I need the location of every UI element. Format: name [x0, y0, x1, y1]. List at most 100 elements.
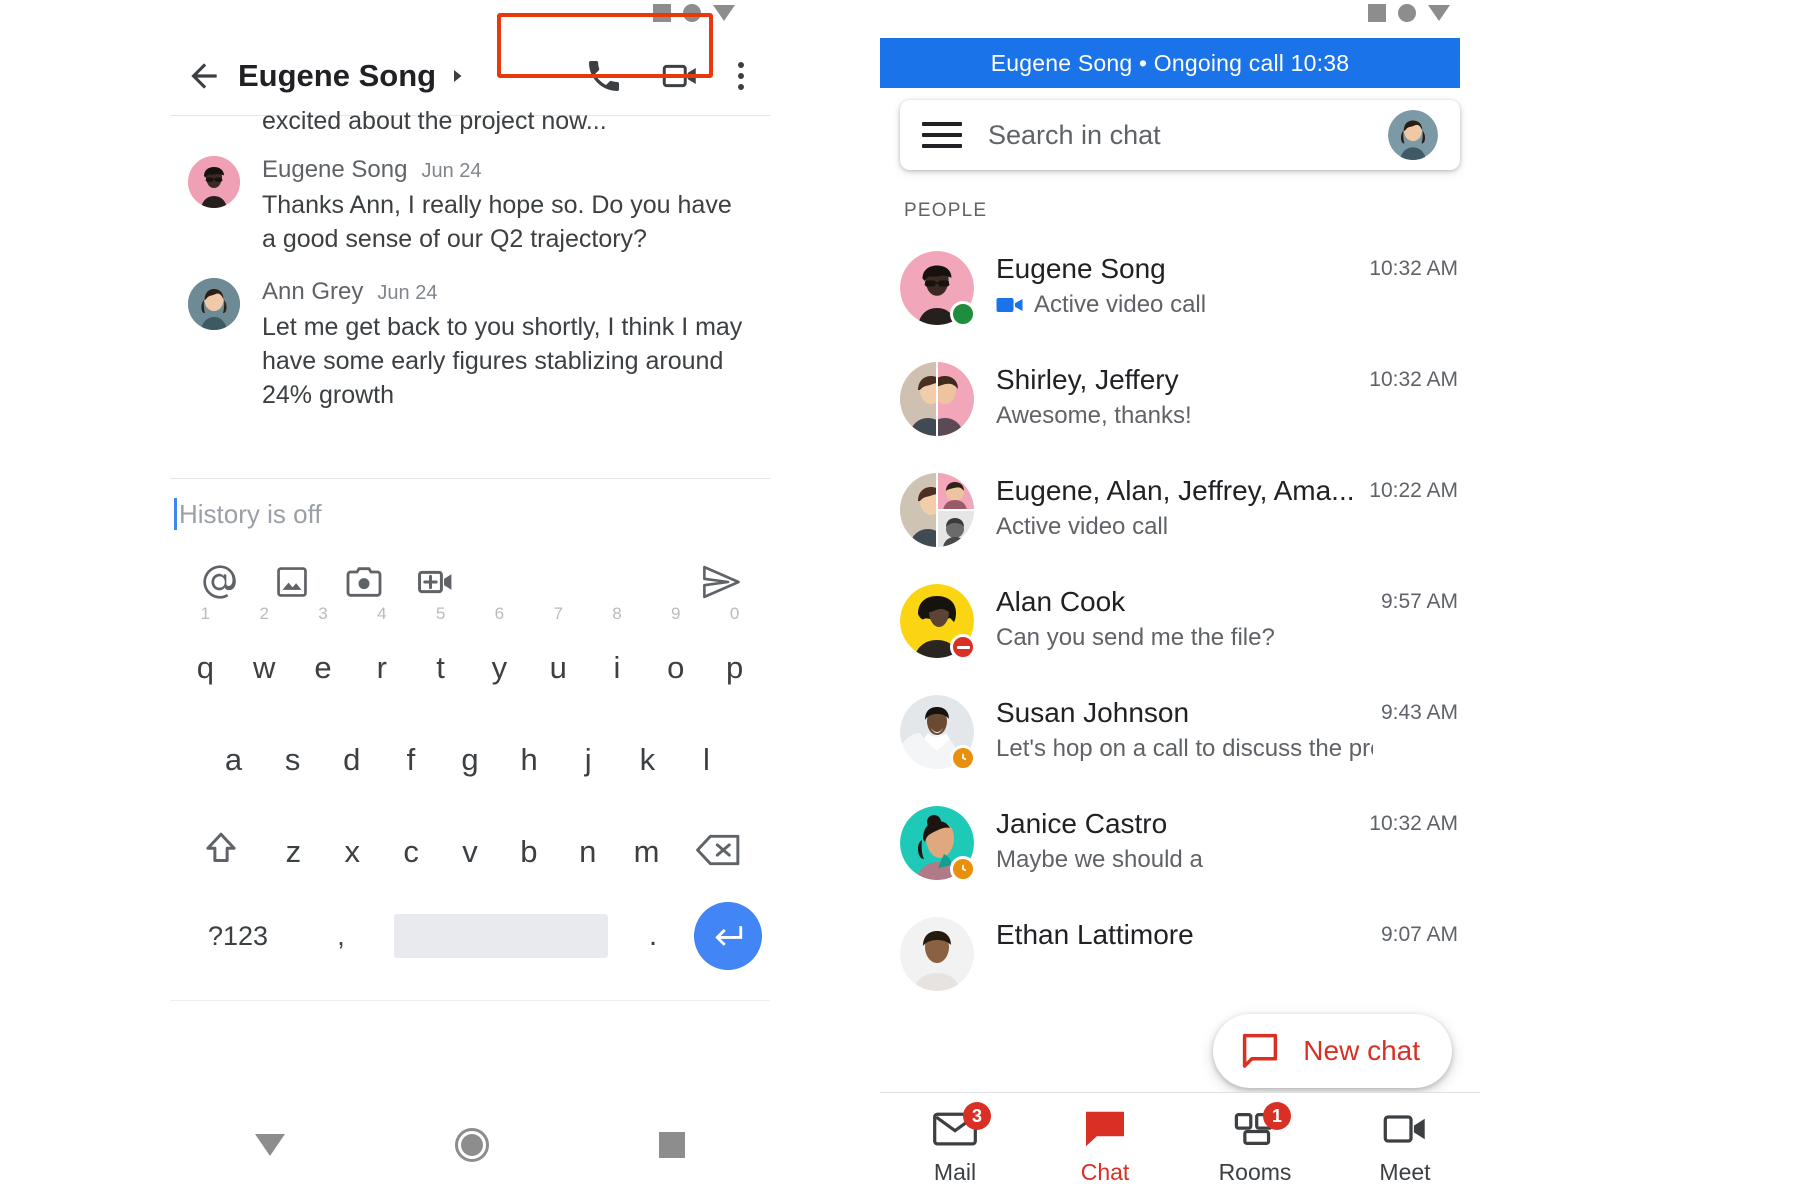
key-g[interactable]: g: [440, 716, 499, 800]
overflow-menu-button[interactable]: [718, 48, 764, 104]
hamburger-menu-icon[interactable]: [922, 122, 962, 148]
left-status-bar: [653, 4, 735, 22]
avatar-wrapper: [900, 695, 976, 771]
status-badge-away: [950, 745, 976, 771]
image-icon: [277, 567, 307, 597]
key-i[interactable]: 8i: [588, 604, 647, 708]
list-item[interactable]: Ethan Lattimore 9:07 AM: [880, 901, 1480, 1012]
tab-chat[interactable]: Chat: [1030, 1107, 1180, 1186]
key-num: 4: [377, 604, 387, 623]
key-num: 8: [612, 604, 622, 623]
timestamp: 9:43 AM: [1380, 701, 1458, 724]
message-row[interactable]: Ann Grey Jun 24 Let me get back to you s…: [170, 256, 770, 412]
key-label: l: [702, 742, 710, 777]
key-j[interactable]: j: [559, 716, 618, 800]
search-bar[interactable]: Search in chat: [900, 100, 1460, 170]
list-item[interactable]: Eugene Song Active video call 10:32 AM: [880, 235, 1480, 346]
key-label: s: [284, 742, 301, 777]
back-triangle-icon[interactable]: [255, 1134, 285, 1156]
key-num: 7: [553, 604, 563, 623]
back-button[interactable]: [176, 48, 232, 104]
key-n[interactable]: n: [558, 808, 617, 892]
tab-label: Mail: [933, 1159, 977, 1185]
add-video-button[interactable]: [400, 554, 472, 610]
period-key[interactable]: .: [618, 919, 688, 953]
key-u[interactable]: 7u: [529, 604, 588, 708]
key-x[interactable]: x: [323, 808, 382, 892]
status-badge-away: [950, 856, 976, 882]
tab-rooms[interactable]: 1 Rooms: [1180, 1102, 1330, 1186]
contact-name: Shirley, Jeffery: [996, 364, 1179, 395]
avatar-group: [900, 362, 974, 436]
key-l[interactable]: l: [677, 716, 736, 800]
call-button[interactable]: [566, 48, 642, 104]
preview-text: Can you send me the file?: [996, 624, 1275, 651]
list-item-main: Ethan Lattimore: [996, 917, 1373, 957]
key-d[interactable]: d: [322, 716, 381, 800]
key-z[interactable]: z: [264, 808, 323, 892]
key-h[interactable]: h: [500, 716, 559, 800]
circle-icon: [1398, 4, 1416, 22]
shift-key[interactable]: [178, 808, 264, 892]
key-s[interactable]: s: [263, 716, 322, 800]
compose-input[interactable]: History is off: [170, 478, 770, 550]
new-chat-label: New chat: [1303, 1035, 1420, 1066]
message-row[interactable]: Eugene Song Jun 24 Thanks Ann, I really …: [170, 134, 770, 256]
backspace-key[interactable]: [676, 808, 762, 892]
video-call-button[interactable]: [642, 48, 718, 104]
triangle-down-icon: [1428, 5, 1450, 21]
key-label: q: [196, 650, 215, 685]
list-item[interactable]: Janice Castro Maybe we should a 10:32 AM: [880, 790, 1480, 901]
space-key[interactable]: [394, 914, 608, 958]
key-b[interactable]: b: [499, 808, 558, 892]
key-num: 3: [318, 604, 328, 623]
key-t[interactable]: 5t: [411, 604, 470, 708]
key-q[interactable]: 1q: [176, 604, 235, 708]
key-e[interactable]: 3e: [294, 604, 353, 708]
key-m[interactable]: m: [617, 808, 676, 892]
new-chat-button[interactable]: New chat: [1213, 1014, 1452, 1088]
key-k[interactable]: k: [618, 716, 677, 800]
key-label: o: [667, 650, 685, 685]
enter-key[interactable]: [694, 902, 762, 970]
symbols-key[interactable]: ?123: [178, 921, 298, 952]
on-screen-keyboard[interactable]: 1q 2w 3e 4r 5t 6y 7u 8i 9o 0p a s d f g …: [170, 604, 770, 1118]
ongoing-call-banner[interactable]: Eugene Song • Ongoing call 10:38: [880, 38, 1460, 88]
list-item[interactable]: Susan Johnson Let's hop on a call to dis…: [880, 679, 1480, 790]
search-input[interactable]: Search in chat: [988, 120, 1161, 151]
key-v[interactable]: v: [441, 808, 500, 892]
key-label: x: [344, 834, 361, 869]
send-button[interactable]: [686, 554, 756, 610]
recents-square-icon[interactable]: [659, 1132, 685, 1158]
key-c[interactable]: c: [382, 808, 441, 892]
camera-button[interactable]: [328, 554, 400, 610]
list-item[interactable]: Eugene, Alan, Jeffrey, Ama... Active vid…: [880, 457, 1480, 568]
key-w[interactable]: 2w: [235, 604, 294, 708]
chat-bubble-icon: [1243, 1033, 1278, 1068]
key-p[interactable]: 0p: [705, 604, 764, 708]
mention-button[interactable]: [184, 554, 256, 610]
caret-right-icon[interactable]: [448, 67, 466, 85]
comma-key[interactable]: ,: [298, 921, 384, 952]
keyboard-row-2: a s d f g h j k l: [170, 708, 770, 800]
account-avatar[interactable]: [1388, 110, 1438, 160]
tab-mail[interactable]: 3 Mail: [880, 1102, 1030, 1186]
key-label: t: [436, 650, 445, 685]
home-circle-icon[interactable]: [455, 1128, 489, 1162]
meet-icon: [1382, 1107, 1428, 1151]
tab-meet[interactable]: Meet: [1330, 1107, 1480, 1186]
timestamp: 9:07 AM: [1380, 923, 1458, 946]
key-label: d: [343, 742, 361, 777]
key-o[interactable]: 9o: [646, 604, 705, 708]
square-icon: [1368, 4, 1386, 22]
key-y[interactable]: 6y: [470, 604, 529, 708]
image-button[interactable]: [256, 554, 328, 610]
list-item[interactable]: Shirley, Jeffery Awesome, thanks! 10:32 …: [880, 346, 1480, 457]
tab-label: Rooms: [1218, 1159, 1292, 1185]
timestamp: 10:32 AM: [1369, 812, 1458, 835]
list-item[interactable]: Alan Cook Can you send me the file? 9:57…: [880, 568, 1480, 679]
key-r[interactable]: 4r: [352, 604, 411, 708]
key-f[interactable]: f: [381, 716, 440, 800]
key-label: e: [314, 650, 332, 685]
key-a[interactable]: a: [204, 716, 263, 800]
